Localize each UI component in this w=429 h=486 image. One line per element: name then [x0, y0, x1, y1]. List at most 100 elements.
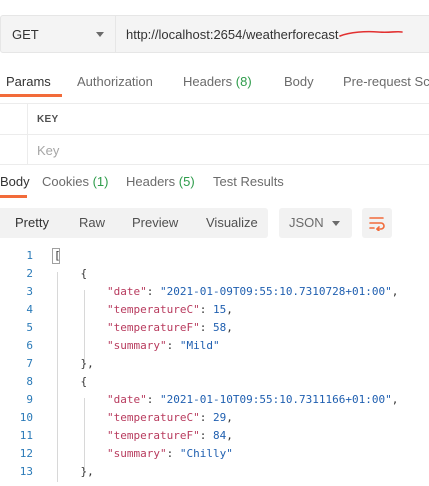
json-punctuation: [54, 339, 107, 352]
json-punctuation: [: [54, 249, 61, 262]
view-mode-preview[interactable]: Preview: [132, 208, 178, 238]
method-label: GET: [12, 26, 39, 42]
line-number: 5: [26, 321, 33, 334]
tab-count: (1): [92, 174, 109, 189]
json-punctuation: },: [54, 357, 94, 370]
json-punctuation: {: [54, 375, 88, 388]
tab-pre-request-script[interactable]: Pre-request Scr: [343, 74, 429, 89]
json-value: "2021-01-09T09:55:10.7310728+01:00": [159, 285, 392, 298]
code-text: "date": "2021-01-10T09:55:10.7311166+01:…: [54, 391, 398, 409]
tab-response-headers[interactable]: Headers (5): [126, 174, 195, 189]
chevron-down-icon: [96, 32, 104, 37]
tab-response-body[interactable]: Body: [0, 174, 30, 189]
json-punctuation: ,: [226, 303, 233, 316]
code-text: {: [54, 265, 87, 283]
tab-label: Headers: [183, 74, 233, 89]
red-underline-mark: [339, 30, 403, 37]
tab-authorization[interactable]: Authorization: [77, 74, 153, 89]
json-key: "temperatureF": [106, 429, 200, 442]
json-punctuation: [54, 411, 107, 424]
json-value: "Chilly": [179, 447, 233, 460]
chevron-down-icon: [332, 221, 340, 226]
tab-count: (5): [178, 174, 195, 189]
code-line: 2 {: [0, 265, 429, 283]
wrap-lines-button[interactable]: [362, 208, 392, 238]
line-number: 11: [19, 429, 33, 442]
response-body-viewer[interactable]: 1[2 {3 "date": "2021-01-09T09:55:10.7310…: [0, 247, 429, 486]
json-punctuation: },: [54, 465, 94, 478]
code-text: [: [54, 247, 61, 265]
code-line: 4 "temperatureC": 15,: [0, 301, 429, 319]
json-punctuation: :: [166, 447, 180, 460]
code-line: 13 },: [0, 463, 429, 481]
json-punctuation: :: [199, 321, 213, 334]
json-punctuation: :: [146, 285, 160, 298]
json-punctuation: :: [199, 429, 213, 442]
code-text: },: [54, 463, 94, 481]
json-punctuation: :: [146, 393, 160, 406]
wrap-lines-icon: [369, 217, 385, 231]
json-value: 84: [212, 429, 227, 442]
tab-label: Body: [284, 74, 314, 89]
json-punctuation: [54, 447, 107, 460]
line-number: 10: [19, 411, 33, 424]
request-tabs: Params Authorization Headers (8) Body Pr…: [0, 68, 429, 98]
tab-cookies[interactable]: Cookies (1): [42, 174, 108, 189]
view-mode-switch: Pretty Raw Preview Visualize: [0, 208, 268, 238]
code-line: 9 "date": "2021-01-10T09:55:10.7311166+0…: [0, 391, 429, 409]
line-number: 3: [26, 285, 33, 298]
code-text: {: [54, 373, 87, 391]
line-number: 8: [26, 375, 33, 388]
view-mode-raw[interactable]: Raw: [79, 208, 105, 238]
line-number: 2: [26, 267, 33, 280]
line-number: 7: [26, 357, 33, 370]
json-key: "temperatureC": [106, 411, 200, 424]
json-punctuation: :: [199, 303, 213, 316]
active-tab-indicator: [0, 195, 27, 198]
json-punctuation: :: [166, 339, 180, 352]
json-punctuation: [54, 393, 107, 406]
code-text: "summary": "Mild": [54, 337, 220, 355]
response-toolbar: Pretty Raw Preview Visualize JSON: [0, 208, 429, 238]
json-value: 15: [212, 303, 227, 316]
view-mode-visualize[interactable]: Visualize: [206, 208, 258, 238]
code-line: 5 "temperatureF": 58,: [0, 319, 429, 337]
tab-test-results[interactable]: Test Results: [213, 174, 284, 189]
tab-label: Test Results: [213, 174, 284, 189]
json-key: "temperatureF": [106, 321, 200, 334]
url-text: http://localhost:2654/weatherforecast: [126, 26, 339, 42]
table-row-divider: [0, 134, 429, 135]
tab-label: Pre-request Scr: [343, 74, 429, 89]
code-text: "date": "2021-01-09T09:55:10.7310728+01:…: [54, 283, 398, 301]
code-text: "summary": "Chilly": [54, 445, 233, 463]
json-punctuation: {: [54, 267, 88, 280]
code-line: 11 "temperatureF": 84,: [0, 427, 429, 445]
line-number: 6: [26, 339, 33, 352]
tab-label: Body: [0, 174, 30, 189]
tab-label: Authorization: [77, 74, 153, 89]
tab-body[interactable]: Body: [284, 74, 314, 89]
view-mode-pretty[interactable]: Pretty: [15, 208, 49, 238]
json-punctuation: ,: [226, 429, 233, 442]
url-input[interactable]: http://localhost:2654/weatherforecast: [116, 15, 429, 53]
code-line: 7 },: [0, 355, 429, 373]
tab-params[interactable]: Params: [6, 74, 51, 89]
json-key: "date": [106, 285, 147, 298]
tab-label: Cookies: [42, 174, 89, 189]
json-key: "date": [106, 393, 147, 406]
code-text: "temperatureC": 29,: [54, 409, 233, 427]
code-line: 3 "date": "2021-01-09T09:55:10.7310728+0…: [0, 283, 429, 301]
format-select[interactable]: JSON: [279, 208, 352, 238]
tab-headers[interactable]: Headers (8): [183, 74, 252, 89]
json-key: "summary": [106, 447, 167, 460]
code-line: 6 "summary": "Mild": [0, 337, 429, 355]
line-number: 13: [19, 465, 33, 478]
key-input[interactable]: Key: [37, 143, 59, 158]
tab-count: (8): [235, 74, 252, 89]
line-number: 4: [26, 303, 33, 316]
tab-label: Headers: [126, 174, 176, 189]
request-bar: GET http://localhost:2654/weatherforecas…: [0, 15, 429, 53]
code-line: 8 {: [0, 373, 429, 391]
json-punctuation: ,: [226, 411, 233, 424]
method-select[interactable]: GET: [0, 15, 116, 53]
